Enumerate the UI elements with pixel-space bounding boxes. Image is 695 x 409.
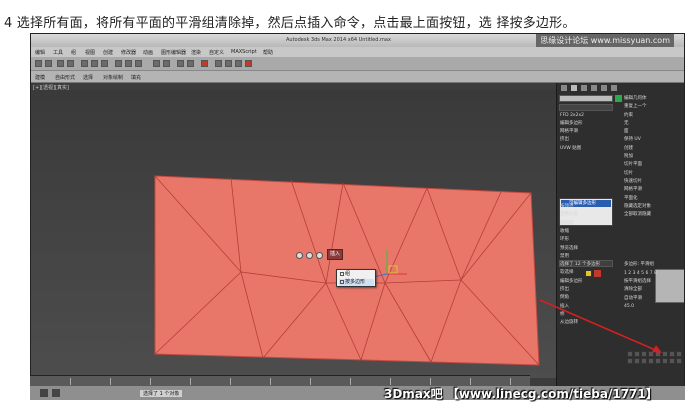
lock-icon[interactable]	[52, 389, 60, 397]
tutorial-arrow	[539, 299, 662, 353]
script-listener-icon[interactable]	[40, 389, 48, 397]
selection-status: 选择了 1 个对象	[140, 390, 183, 397]
forum-watermark: 3Dmax吧 【www.linecg.com/tieba/1771】	[384, 387, 658, 401]
